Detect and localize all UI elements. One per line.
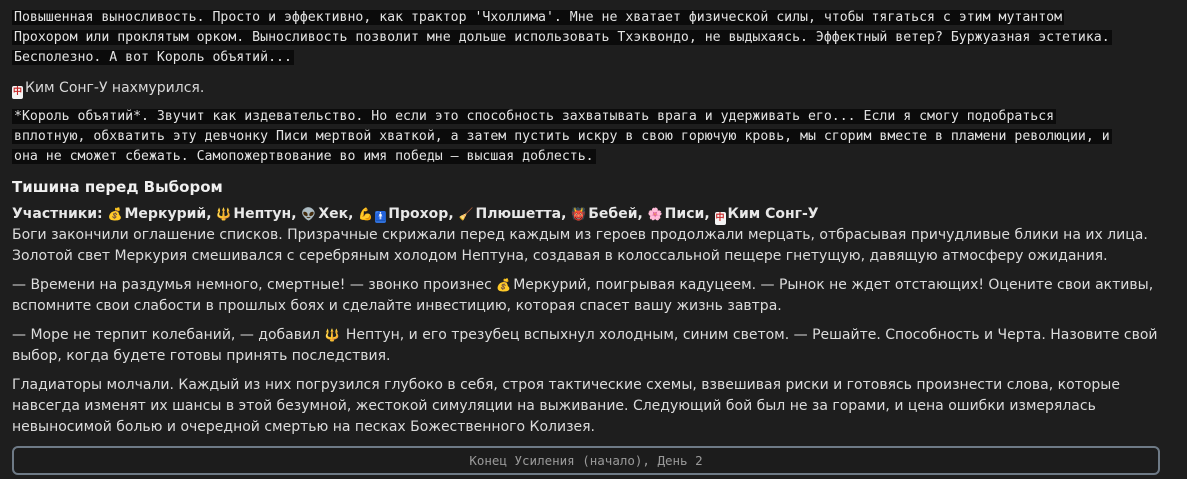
trident-icon: 🔱 — [324, 328, 340, 342]
phase-footer-banner: Конец Усиления (начало), День 2 — [12, 446, 1160, 475]
phase-footer-label: Конец Усиления (начало), День 2 — [469, 453, 703, 468]
story-paragraph: Боги закончили оглашение списков. Призра… — [12, 227, 1148, 264]
kim-frown-text: Ким Сонг-У нахмурился. — [25, 80, 205, 96]
blossom-icon: 🌸 — [647, 207, 663, 221]
alien-icon: 👽 — [301, 207, 317, 221]
money-bag-icon: 💰 — [496, 278, 512, 292]
participants-label: Участники: — [12, 206, 103, 222]
kim-frown-line: 中 Ким Сонг-У нахмурился. — [12, 78, 1162, 99]
story-paragraph: — Море не терпит колебаний, — добавил 🔱 … — [12, 325, 1162, 367]
monologue-line: Прохором или проклятым орком. Выносливос… — [12, 30, 1112, 45]
participant-name: Бебей — [588, 206, 638, 222]
story-fragment: — Времени на раздумья немного, смертные!… — [12, 277, 497, 293]
monologue-line: Бесполезно. А вот Король объятий... — [12, 50, 294, 65]
mens-room-icon: 🚹 — [375, 211, 387, 223]
monologue-line: она не сможет сбежать. Самопожертвование… — [12, 149, 596, 164]
participant-name: Прохор — [388, 206, 449, 222]
participant-name: Хек — [318, 206, 349, 222]
participant-name: Плюшетта — [475, 206, 562, 222]
story-paragraph: Гладиаторы молчали. Каждый из них погруз… — [12, 377, 1120, 435]
flexed-biceps-icon: 💪 — [358, 207, 374, 221]
broom-icon: 🧹 — [458, 207, 474, 221]
participant-name: Ким Сонг-У — [727, 206, 819, 222]
story-name: Меркурий — [513, 277, 587, 293]
section-title: Тишина перед Выбором — [12, 178, 223, 196]
mahjong-red-dragon-icon: 中 — [12, 86, 23, 99]
participant-name: Меркурий — [124, 206, 207, 222]
monologue-line: вплотную, обхватить эту девчонку Писи ме… — [12, 129, 1112, 144]
story-fragment: — Море не терпит колебаний, — добавил — [12, 327, 325, 343]
monologue-block-2: *Король объятий*. Звучит как издевательс… — [12, 107, 1162, 167]
participant-name: Писи — [664, 206, 705, 222]
story-text: Боги закончили оглашение списков. Призра… — [12, 225, 1162, 438]
mahjong-red-dragon-icon: 中 — [714, 212, 726, 225]
story-paragraph: — Времени на раздумья немного, смертные!… — [12, 275, 1162, 317]
story-name: Нептун — [345, 327, 400, 343]
monologue-line: *Король объятий*. Звучит как издевательс… — [12, 109, 1057, 124]
ogre-icon: 👹 — [571, 207, 587, 221]
chat-content: Повышенная выносливость. Просто и эффект… — [12, 8, 1162, 446]
trident-icon: 🔱 — [216, 207, 232, 221]
participant-name: Нептун — [233, 206, 292, 222]
participants-line: Участники: 💰 Меркурий, 🔱 Нептун, 👽 Хек, 💪 🚹 П… — [12, 206, 819, 225]
money-bag-icon: 💰 — [107, 207, 123, 221]
monologue-block-1: Повышенная выносливость. Просто и эффект… — [12, 8, 1162, 68]
monologue-line: Повышенная выносливость. Просто и эффект… — [12, 10, 1065, 25]
